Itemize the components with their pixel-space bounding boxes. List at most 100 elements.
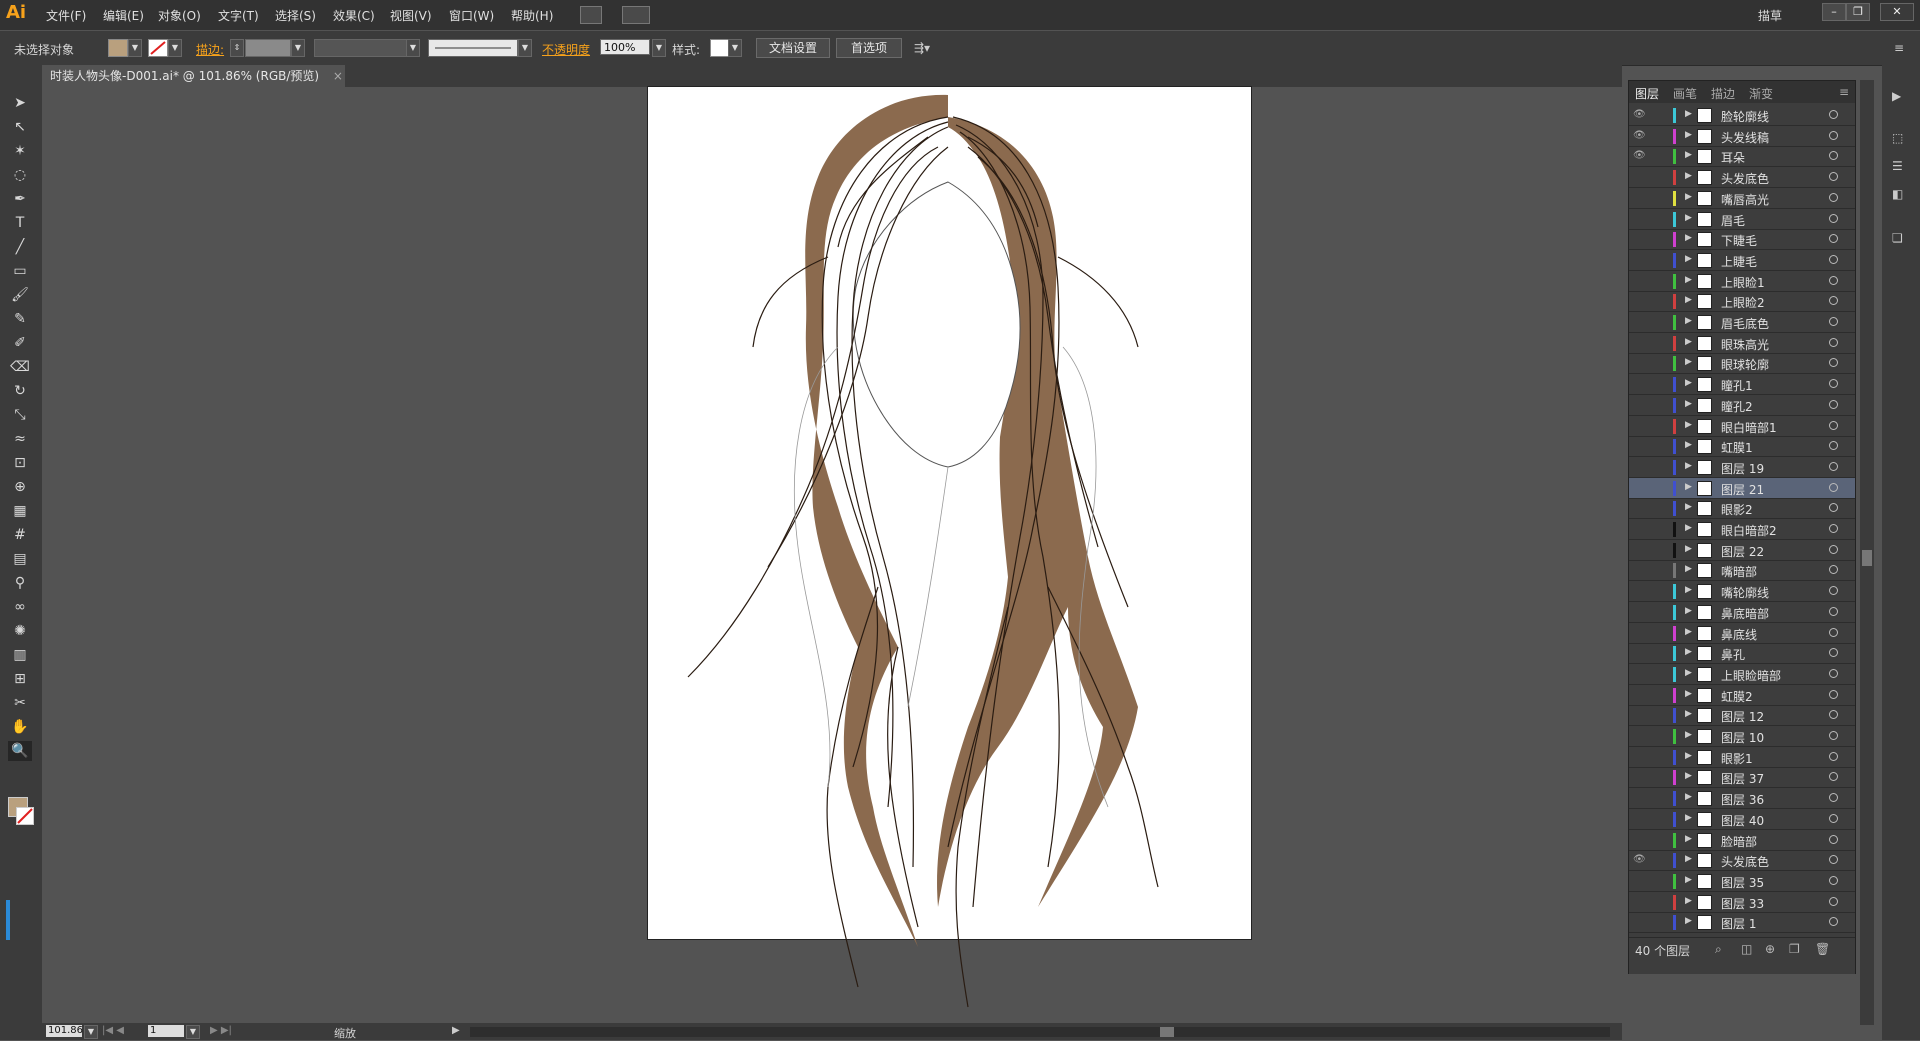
expand-triangle-icon[interactable]: ▶ (1685, 337, 1692, 347)
eraser-tool-icon[interactable]: ⌫ (8, 357, 32, 377)
layer-row[interactable]: ▶ 图层 40 (1629, 809, 1855, 830)
eyedropper-tool-icon[interactable]: ⚲ (8, 573, 32, 593)
layer-name[interactable]: 图层 1 (1721, 915, 1756, 932)
target-circle-icon[interactable] (1829, 710, 1838, 720)
layer-name[interactable]: 脸暗部 (1721, 833, 1757, 850)
target-circle-icon[interactable] (1829, 648, 1838, 658)
layer-name[interactable]: 眼白暗部2 (1721, 522, 1777, 539)
layer-name[interactable]: 图层 37 (1721, 770, 1764, 787)
layer-row[interactable]: ▶ 图层 21 (1629, 477, 1855, 499)
tab-stroke[interactable]: 描边 (1711, 85, 1735, 102)
target-circle-icon[interactable] (1829, 192, 1838, 202)
chevron-down-icon[interactable]: ▼ (186, 1025, 200, 1039)
visibility-eye-icon[interactable] (1633, 399, 1647, 411)
layer-row[interactable]: ▶ 上眼睑1 (1629, 271, 1855, 292)
visibility-eye-icon[interactable] (1633, 751, 1647, 763)
artboard-tool-icon[interactable]: ⊞ (8, 669, 32, 689)
align-panel-icon[interactable]: ☰ (1892, 159, 1903, 173)
visibility-eye-icon[interactable] (1633, 461, 1647, 473)
visibility-eye-icon[interactable] (1633, 192, 1647, 204)
visibility-eye-icon[interactable] (1633, 606, 1647, 618)
visibility-eye-icon[interactable]: 👁 (1633, 109, 1647, 121)
visibility-eye-icon[interactable] (1633, 916, 1647, 928)
visibility-eye-icon[interactable]: 👁 (1633, 854, 1647, 866)
minimize-icon[interactable]: – (1822, 3, 1846, 21)
type-tool-icon[interactable]: T (8, 213, 32, 233)
opacity-input[interactable]: 100% (600, 39, 650, 55)
expand-triangle-icon[interactable]: ▶ (1685, 896, 1692, 906)
warp-tool-icon[interactable]: ≈ (8, 429, 32, 449)
target-circle-icon[interactable] (1829, 751, 1838, 761)
visibility-eye-icon[interactable] (1633, 834, 1647, 846)
direct-selection-tool-icon[interactable]: ↖ (8, 117, 32, 137)
expand-triangle-icon[interactable]: ▶ (1685, 854, 1692, 864)
target-circle-icon[interactable] (1829, 524, 1838, 533)
transform-panel-icon[interactable]: ⬚ (1892, 131, 1903, 145)
artboard[interactable] (647, 86, 1252, 1008)
layer-row[interactable]: ▶ 眼白暗部2 (1629, 519, 1855, 540)
expand-triangle-icon[interactable]: ▶ (1685, 606, 1692, 616)
layer-name[interactable]: 虹膜2 (1721, 688, 1753, 705)
brush-definition[interactable] (428, 39, 518, 57)
tab-brushes[interactable]: 画笔 (1673, 85, 1697, 102)
horizontal-scrollbar[interactable] (470, 1027, 1610, 1037)
expand-triangle-icon[interactable]: ▶ (1685, 916, 1692, 926)
expand-triangle-icon[interactable]: ▶ (1685, 420, 1692, 430)
visibility-eye-icon[interactable] (1633, 482, 1647, 494)
arrange-documents-icon[interactable] (622, 6, 650, 24)
menu-edit[interactable]: 编辑(E) (103, 7, 144, 24)
visibility-eye-icon[interactable] (1633, 523, 1647, 535)
layer-row[interactable]: ▶ 图层 10 (1629, 726, 1855, 747)
restore-icon[interactable]: ❐ (1846, 3, 1870, 21)
layer-name[interactable]: 眉毛底色 (1721, 315, 1769, 332)
layer-row[interactable]: ▶ 鼻底暗部 (1629, 602, 1855, 623)
layer-row[interactable]: 👁 ▶ 耳朵 (1629, 146, 1855, 168)
layer-row[interactable]: ▶ 眉毛 (1629, 209, 1855, 230)
expand-triangle-icon[interactable]: ▶ (1685, 834, 1692, 844)
layer-name[interactable]: 眼珠高光 (1721, 336, 1769, 353)
layer-row[interactable]: ▶ 图层 36 (1629, 788, 1855, 810)
expand-triangle-icon[interactable]: ▶ (1685, 357, 1692, 367)
layer-name[interactable]: 头发底色 (1721, 170, 1769, 187)
column-graph-tool-icon[interactable]: ▥ (8, 645, 32, 665)
expand-triangle-icon[interactable]: ▶ (1685, 440, 1692, 450)
target-circle-icon[interactable] (1829, 834, 1838, 844)
layer-name[interactable]: 图层 35 (1721, 874, 1764, 891)
layer-row[interactable]: ▶ 瞳孔1 (1629, 374, 1855, 396)
visibility-eye-icon[interactable] (1633, 730, 1647, 742)
layer-row[interactable]: ▶ 虹膜1 (1629, 436, 1855, 458)
preferences-button[interactable]: 首选项 (836, 38, 902, 58)
target-circle-icon[interactable] (1829, 254, 1838, 264)
layer-row[interactable]: ▶ 眼影2 (1629, 498, 1855, 520)
pen-tool-icon[interactable]: ✒ (8, 189, 32, 209)
document-setup-button[interactable]: 文档设置 (756, 38, 830, 58)
expand-triangle-icon[interactable]: ▶ (1685, 254, 1692, 264)
layer-name[interactable]: 图层 21 (1721, 481, 1764, 498)
layer-name[interactable]: 图层 40 (1721, 812, 1764, 829)
target-circle-icon[interactable] (1829, 606, 1838, 616)
expand-triangle-icon[interactable]: ▶ (1685, 689, 1692, 699)
layer-name[interactable]: 图层 22 (1721, 543, 1764, 560)
horizontal-scroll-thumb[interactable] (1160, 1027, 1174, 1037)
expand-triangle-icon[interactable]: ▶ (1685, 399, 1692, 409)
visibility-eye-icon[interactable] (1633, 689, 1647, 701)
expand-triangle-icon[interactable]: ▶ (1685, 730, 1692, 740)
magic-wand-tool-icon[interactable]: ✶ (8, 141, 32, 161)
layer-row[interactable]: ▶ 眼球轮廓 (1629, 353, 1855, 375)
hand-tool-icon[interactable]: ✋ (8, 717, 32, 737)
expand-triangle-icon[interactable]: ▶ (1685, 233, 1692, 243)
layer-row[interactable]: ▶ 眉毛底色 (1629, 312, 1855, 333)
target-circle-icon[interactable] (1829, 234, 1838, 244)
target-circle-icon[interactable] (1829, 399, 1838, 409)
target-circle-icon[interactable] (1829, 420, 1838, 430)
locate-object-icon[interactable]: ⌕ (1715, 942, 1722, 957)
target-circle-icon[interactable] (1829, 130, 1838, 140)
chevron-down-icon[interactable]: ▼ (728, 39, 742, 57)
stroke-label[interactable]: 描边: (196, 41, 224, 58)
expand-triangle-icon[interactable]: ▶ (1685, 171, 1692, 181)
visibility-eye-icon[interactable] (1633, 337, 1647, 349)
expand-triangle-icon[interactable]: ▶ (1685, 192, 1692, 202)
target-circle-icon[interactable] (1829, 689, 1838, 699)
visibility-eye-icon[interactable] (1633, 627, 1647, 639)
layer-row[interactable]: ▶ 眼影1 (1629, 747, 1855, 768)
